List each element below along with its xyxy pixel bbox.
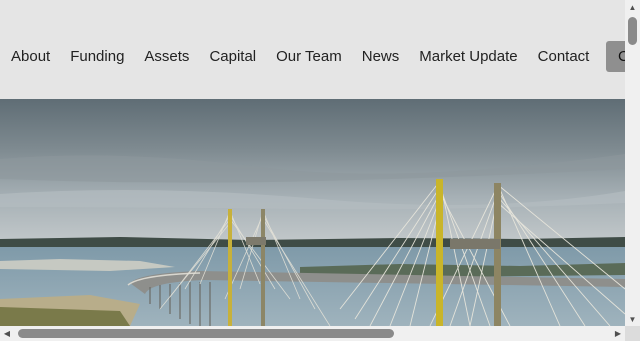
scroll-left-icon[interactable]: ◀	[0, 326, 14, 341]
scroll-up-icon[interactable]: ▲	[625, 0, 640, 14]
nav-item-funding[interactable]: Funding	[70, 46, 124, 68]
horizontal-scrollbar[interactable]: ◀ ▶	[0, 326, 625, 341]
nav-item-our-team[interactable]: Our Team	[276, 46, 342, 68]
nav-item-contact[interactable]: Contact	[538, 46, 590, 68]
vertical-scrollbar[interactable]: ▲ ▼	[625, 0, 640, 326]
hero-image	[0, 99, 625, 326]
horizontal-scroll-thumb[interactable]	[18, 329, 394, 338]
nav-item-news[interactable]: News	[362, 46, 400, 68]
scrollbar-corner	[625, 326, 640, 341]
nav-item-capital[interactable]: Capital	[209, 46, 256, 68]
site-header: About Funding Assets Capital Our Team Ne…	[0, 0, 625, 99]
scroll-right-icon[interactable]: ▶	[611, 326, 625, 341]
nav-item-market-update[interactable]: Market Update	[419, 46, 517, 68]
nav-item-assets[interactable]: Assets	[144, 46, 189, 68]
bridge-photo-icon	[0, 99, 625, 326]
vertical-scroll-thumb[interactable]	[628, 17, 637, 45]
nav-item-about[interactable]: About	[11, 46, 50, 68]
cta-button[interactable]: C	[606, 41, 625, 72]
scroll-down-icon[interactable]: ▼	[625, 312, 640, 326]
page-viewport: About Funding Assets Capital Our Team Ne…	[0, 0, 625, 326]
main-nav: About Funding Assets Capital Our Team Ne…	[11, 46, 589, 68]
